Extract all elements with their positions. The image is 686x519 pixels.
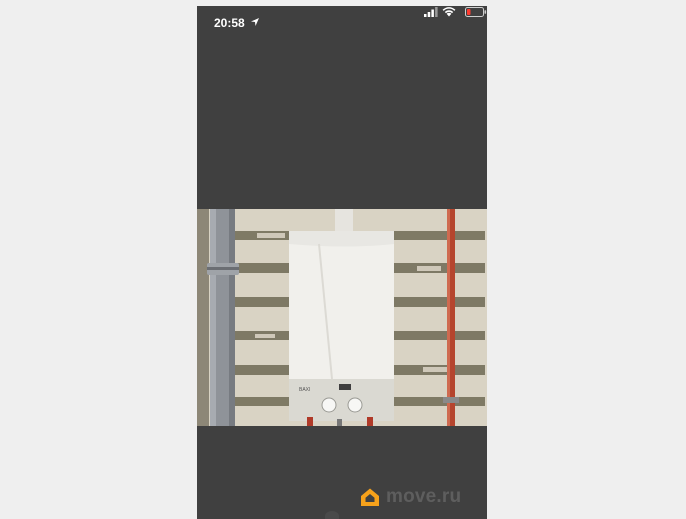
photo-viewer-screen: 20:58 BAXI move.ru — [197, 6, 487, 519]
watermark-brand: move.ru — [386, 486, 462, 507]
signal-icon — [424, 7, 438, 17]
wifi-icon — [442, 7, 456, 17]
home-indicator[interactable] — [325, 511, 339, 519]
location-arrow-icon — [251, 18, 259, 26]
move-ru-watermark: move.ru — [360, 486, 461, 508]
status-bar: 20:58 — [197, 6, 487, 40]
house-logo-icon — [361, 488, 379, 506]
boiler-photo-image: BAXI — [197, 209, 487, 426]
battery-low-icon — [465, 7, 487, 17]
boiler-brand-label: BAXI — [299, 387, 310, 393]
status-time: 20:58 — [214, 16, 245, 30]
boiler-photo[interactable]: BAXI — [197, 209, 487, 426]
